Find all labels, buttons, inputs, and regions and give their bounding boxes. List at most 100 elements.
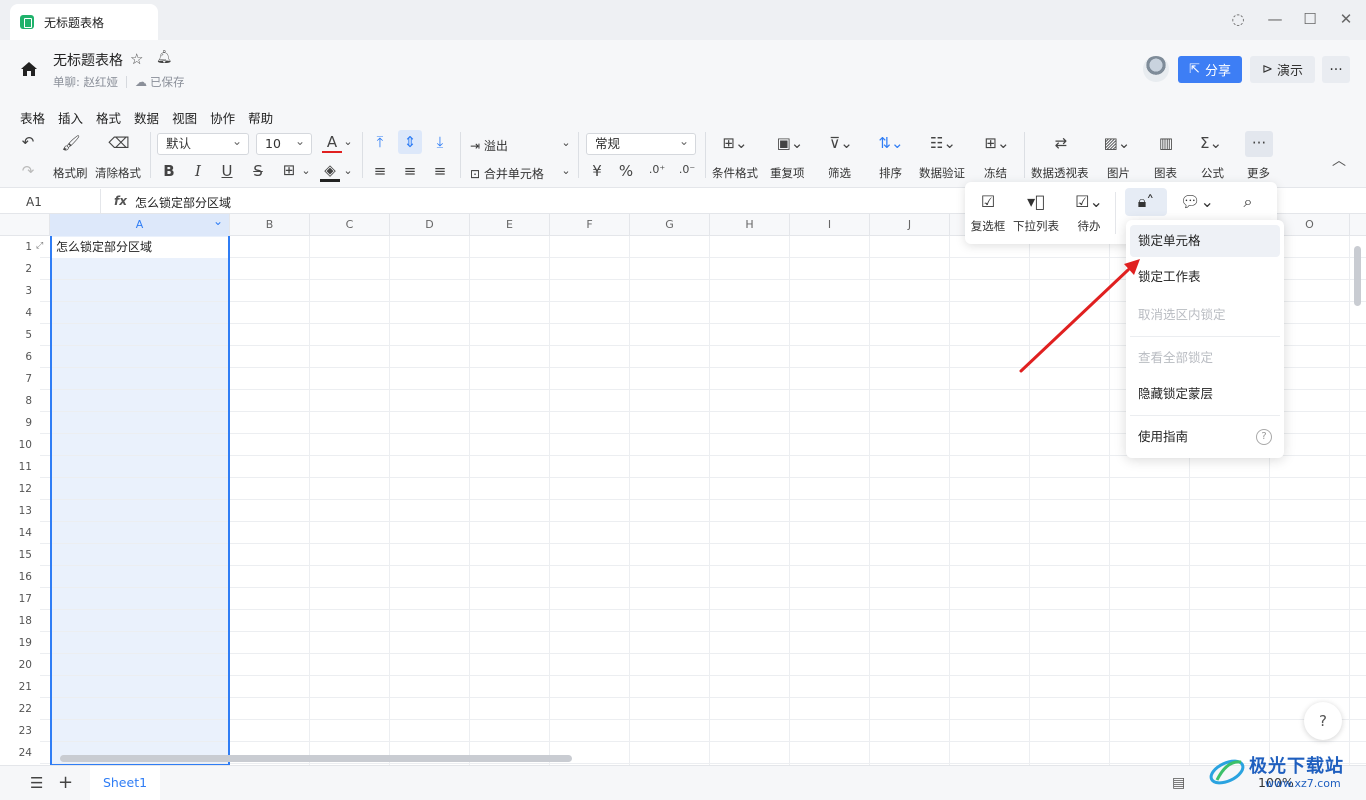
share-button[interactable]: ⇱ 分享 bbox=[1178, 56, 1242, 83]
menu-data[interactable]: 数据 bbox=[134, 108, 159, 127]
number-format-select[interactable]: 常规 bbox=[586, 131, 696, 155]
row-header[interactable]: 17 bbox=[0, 588, 40, 610]
row-header[interactable]: 3 bbox=[0, 280, 40, 302]
undo-icon[interactable]: ↶ bbox=[18, 133, 38, 151]
star-icon[interactable]: ☆ bbox=[130, 50, 143, 68]
menu-item-hide-lock-mask[interactable]: 隐藏锁定蒙层 bbox=[1130, 378, 1280, 410]
expand-icon[interactable]: ⤢ bbox=[36, 241, 43, 251]
freeze-label[interactable]: 冻结 bbox=[984, 165, 1007, 181]
pivot-table-icon[interactable]: ⇄ bbox=[1050, 134, 1072, 152]
document-tab[interactable]: 无标题表格 bbox=[10, 4, 158, 40]
chart-icon[interactable]: ▥ bbox=[1154, 134, 1178, 152]
column-header-b[interactable]: B bbox=[230, 214, 310, 236]
bell-icon[interactable]: 🔔︎ bbox=[156, 50, 173, 65]
column-header-h[interactable]: H bbox=[710, 214, 790, 236]
lock-tool[interactable]: 🔒︎˄ bbox=[1127, 182, 1165, 212]
menu-item-lock-cells[interactable]: 锁定单元格 bbox=[1130, 225, 1280, 257]
chat-label[interactable]: 单聊: 赵红娅 bbox=[53, 74, 118, 90]
align-bottom-icon[interactable]: ⤓ bbox=[430, 133, 450, 151]
filter-icon[interactable]: ⊽⌄ bbox=[825, 134, 857, 152]
sheet-list-icon[interactable]: ☰ bbox=[30, 774, 43, 792]
sync-icon[interactable]: ◌ bbox=[1228, 10, 1248, 28]
data-validation-icon[interactable]: ☷⌄ bbox=[926, 134, 960, 152]
clear-format-label[interactable]: 清除格式 bbox=[95, 165, 141, 181]
row-header[interactable]: 19 bbox=[0, 632, 40, 654]
menu-insert[interactable]: 插入 bbox=[58, 108, 83, 127]
home-icon[interactable] bbox=[20, 61, 38, 77]
more-tools-icon[interactable]: ··· bbox=[1245, 131, 1273, 157]
image-label[interactable]: 图片 bbox=[1107, 165, 1130, 181]
formula-input[interactable]: 怎么锁定部分区域 bbox=[135, 194, 231, 211]
row-header[interactable]: 12 bbox=[0, 478, 40, 500]
column-header-d[interactable]: D bbox=[390, 214, 470, 236]
dropdown-list-tool[interactable]: ▾⃞ 下拉列表 bbox=[1011, 182, 1061, 234]
menu-item-user-guide[interactable]: 使用指南 ? bbox=[1130, 421, 1280, 453]
duplicates-label[interactable]: 重复项 bbox=[770, 165, 805, 181]
decimal-increase-icon[interactable]: .0⁺ bbox=[646, 163, 668, 176]
menu-help[interactable]: 帮助 bbox=[248, 108, 273, 127]
chevron-down-icon[interactable]: ⌄ bbox=[560, 164, 572, 177]
filter-label[interactable]: 筛选 bbox=[828, 165, 851, 181]
horizontal-scrollbar[interactable] bbox=[60, 755, 572, 762]
row-header[interactable]: 21 bbox=[0, 676, 40, 698]
data-validation-label[interactable]: 数据验证 bbox=[919, 165, 965, 181]
font-select[interactable]: 默认 bbox=[157, 131, 249, 155]
more-options-button[interactable]: ··· bbox=[1322, 56, 1350, 83]
row-header[interactable]: 11 bbox=[0, 456, 40, 478]
italic-icon[interactable]: I bbox=[189, 162, 207, 180]
todo-tool[interactable]: ☑⌄ 待办 bbox=[1069, 182, 1109, 234]
align-center-icon[interactable]: ≡ bbox=[400, 162, 420, 180]
eraser-icon[interactable]: ⌫ bbox=[108, 134, 130, 152]
minimize-button[interactable]: — bbox=[1265, 10, 1285, 28]
help-icon[interactable]: ? bbox=[1304, 702, 1342, 740]
column-header-j[interactable]: J bbox=[870, 214, 950, 236]
currency-icon[interactable]: ¥ bbox=[588, 162, 606, 180]
cell-reference[interactable]: A1 bbox=[26, 195, 42, 209]
column-header-f[interactable]: F bbox=[550, 214, 630, 236]
sheet-tab[interactable]: Sheet1 bbox=[90, 766, 160, 800]
column-header-a[interactable]: A ⌄ bbox=[50, 214, 230, 236]
view-mode-icon[interactable]: ▤ bbox=[1172, 775, 1185, 791]
format-painter-icon[interactable]: 🖌︎ bbox=[60, 134, 82, 152]
menu-collab[interactable]: 协作 bbox=[210, 108, 235, 127]
percent-icon[interactable]: % bbox=[617, 162, 635, 180]
row-header[interactable]: 15 bbox=[0, 544, 40, 566]
avatar[interactable] bbox=[1143, 56, 1169, 82]
row-header[interactable]: 6 bbox=[0, 346, 40, 368]
menu-item-lock-sheet[interactable]: 锁定工作表 bbox=[1130, 261, 1280, 293]
row-header[interactable]: 2 bbox=[0, 258, 40, 280]
sort-label[interactable]: 排序 bbox=[879, 165, 902, 181]
select-all-corner[interactable] bbox=[0, 214, 50, 236]
bold-icon[interactable]: B bbox=[160, 162, 178, 180]
row-header[interactable]: 23 bbox=[0, 720, 40, 742]
border-icon[interactable]: ⊞ bbox=[280, 161, 298, 179]
row-header[interactable]: 13 bbox=[0, 500, 40, 522]
row-header[interactable]: 18 bbox=[0, 610, 40, 632]
column-header-g[interactable]: G bbox=[630, 214, 710, 236]
menu-table[interactable]: 表格 bbox=[20, 108, 45, 127]
redo-icon[interactable]: ↷ bbox=[18, 162, 38, 180]
align-top-icon[interactable]: ⤒ bbox=[370, 133, 390, 151]
maximize-button[interactable]: ☐ bbox=[1300, 10, 1320, 28]
search-tool[interactable]: ⌕ bbox=[1231, 182, 1265, 212]
chevron-down-icon[interactable]: ⌄ bbox=[342, 135, 354, 148]
row-header[interactable]: 20 bbox=[0, 654, 40, 676]
font-size-select[interactable]: 10 bbox=[256, 131, 312, 155]
add-sheet-icon[interactable]: + bbox=[58, 772, 73, 793]
row-header[interactable]: 16 bbox=[0, 566, 40, 588]
align-right-icon[interactable]: ≡ bbox=[430, 162, 450, 180]
conditional-format-label[interactable]: 条件格式 bbox=[712, 165, 758, 181]
chevron-down-icon[interactable]: ⌄ bbox=[560, 136, 572, 149]
formula-label[interactable]: 公式 bbox=[1201, 165, 1224, 181]
pivot-table-label[interactable]: 数据透视表 bbox=[1031, 165, 1089, 181]
chevron-down-icon[interactable]: ⌄ bbox=[300, 164, 312, 177]
column-header-e[interactable]: E bbox=[470, 214, 550, 236]
freeze-icon[interactable]: ⊞⌄ bbox=[980, 134, 1014, 152]
align-left-icon[interactable]: ≡ bbox=[370, 162, 390, 180]
duplicates-icon[interactable]: ▣⌄ bbox=[773, 134, 807, 152]
close-button[interactable]: ✕ bbox=[1336, 10, 1356, 28]
menu-view[interactable]: 视图 bbox=[172, 108, 197, 127]
sort-icon[interactable]: ⇅⌄ bbox=[874, 134, 908, 152]
checkbox-tool[interactable]: ☑ 复选框 bbox=[967, 182, 1009, 234]
present-button[interactable]: ⊳ 演示 bbox=[1250, 56, 1315, 83]
